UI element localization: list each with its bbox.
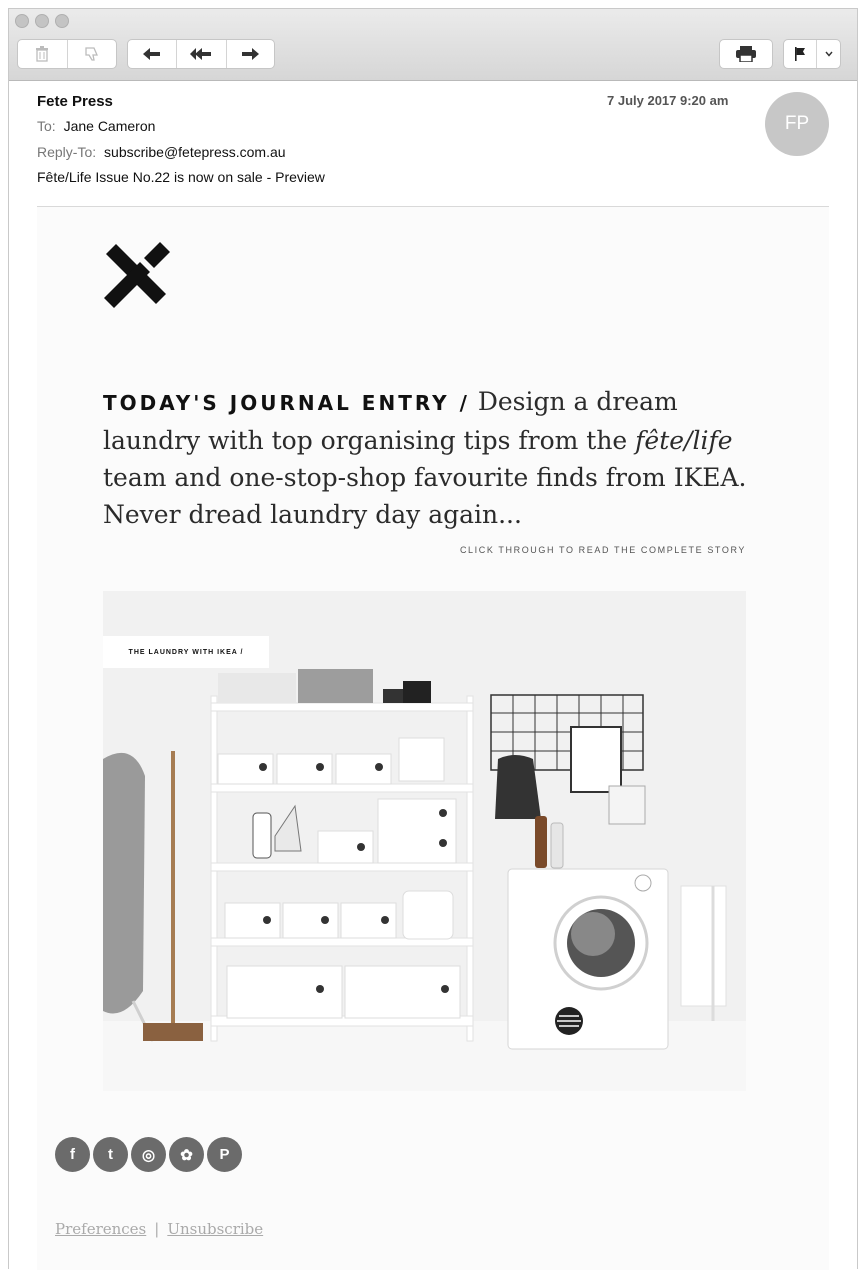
to-line: To: Jane Cameron (37, 118, 155, 134)
preferences-link[interactable]: Preferences (55, 1220, 146, 1238)
journal-emphasis: fête/life (635, 426, 733, 455)
journal-entry: TODAY'S JOURNAL ENTRY / Design a dream l… (103, 383, 753, 533)
close-window-button[interactable] (15, 14, 29, 28)
photo-caption: THE LAUNDRY WITH IKEA / (103, 636, 269, 668)
print-group (719, 39, 773, 69)
delete-button[interactable] (18, 40, 68, 68)
print-button[interactable] (720, 40, 772, 68)
reply-to-label: Reply-To: (37, 144, 97, 160)
pinterest-icon[interactable]: P (207, 1137, 242, 1172)
trash-icon (36, 46, 49, 62)
delete-junk-group (17, 39, 117, 69)
junk-button[interactable] (68, 40, 117, 68)
flag-group (783, 39, 841, 69)
sender-name: Fete Press (37, 93, 113, 110)
reply-all-icon (190, 48, 212, 60)
flag-menu-button[interactable] (817, 40, 840, 68)
reply-group (127, 39, 275, 69)
forward-button[interactable] (227, 40, 274, 68)
unsubscribe-link[interactable]: Unsubscribe (167, 1220, 263, 1238)
sender-avatar: FP (765, 92, 829, 156)
flag-icon (795, 47, 806, 61)
thumbs-down-icon (85, 47, 98, 61)
reply-icon (143, 48, 161, 60)
journal-text-2: team and one-stop-shop favourite finds f… (103, 463, 747, 529)
toolbar (9, 9, 857, 81)
to-label: To: (37, 118, 56, 134)
read-more-link[interactable]: CLICK THROUGH TO READ THE COMPLETE STORY (400, 545, 746, 555)
message-header: Fete Press 7 July 2017 9:20 am To: Jane … (9, 81, 857, 207)
chevron-down-icon (825, 51, 833, 57)
printer-icon (736, 46, 756, 62)
recipient-name[interactable]: Jane Cameron (64, 118, 156, 134)
twitter-icon[interactable]: t (93, 1137, 128, 1172)
facebook-icon[interactable]: f (55, 1137, 90, 1172)
email-footer: Preferences | Unsubscribe (55, 1220, 263, 1238)
forward-icon (242, 48, 260, 60)
minimize-window-button[interactable] (35, 14, 49, 28)
reply-button[interactable] (128, 40, 178, 68)
instagram-icon[interactable]: ◎ (131, 1137, 166, 1172)
social-links: f t ◎ ✿ P (55, 1137, 242, 1172)
journal-heading: TODAY'S JOURNAL ENTRY / (103, 391, 470, 415)
website-icon[interactable]: ✿ (169, 1137, 204, 1172)
fete-press-logo (104, 242, 170, 308)
reply-all-button[interactable] (177, 40, 227, 68)
message-date: 7 July 2017 9:20 am (607, 93, 729, 108)
footer-separator: | (154, 1220, 160, 1238)
zoom-window-button[interactable] (55, 14, 69, 28)
laundry-photo[interactable]: THE LAUNDRY WITH IKEA / (103, 591, 746, 1091)
reply-to-line: Reply-To: subscribe@fetepress.com.au (37, 144, 286, 160)
subject-line: Fête/Life Issue No.22 is now on sale - P… (37, 169, 325, 185)
flag-button[interactable] (784, 40, 818, 68)
reply-to-address[interactable]: subscribe@fetepress.com.au (104, 144, 286, 160)
